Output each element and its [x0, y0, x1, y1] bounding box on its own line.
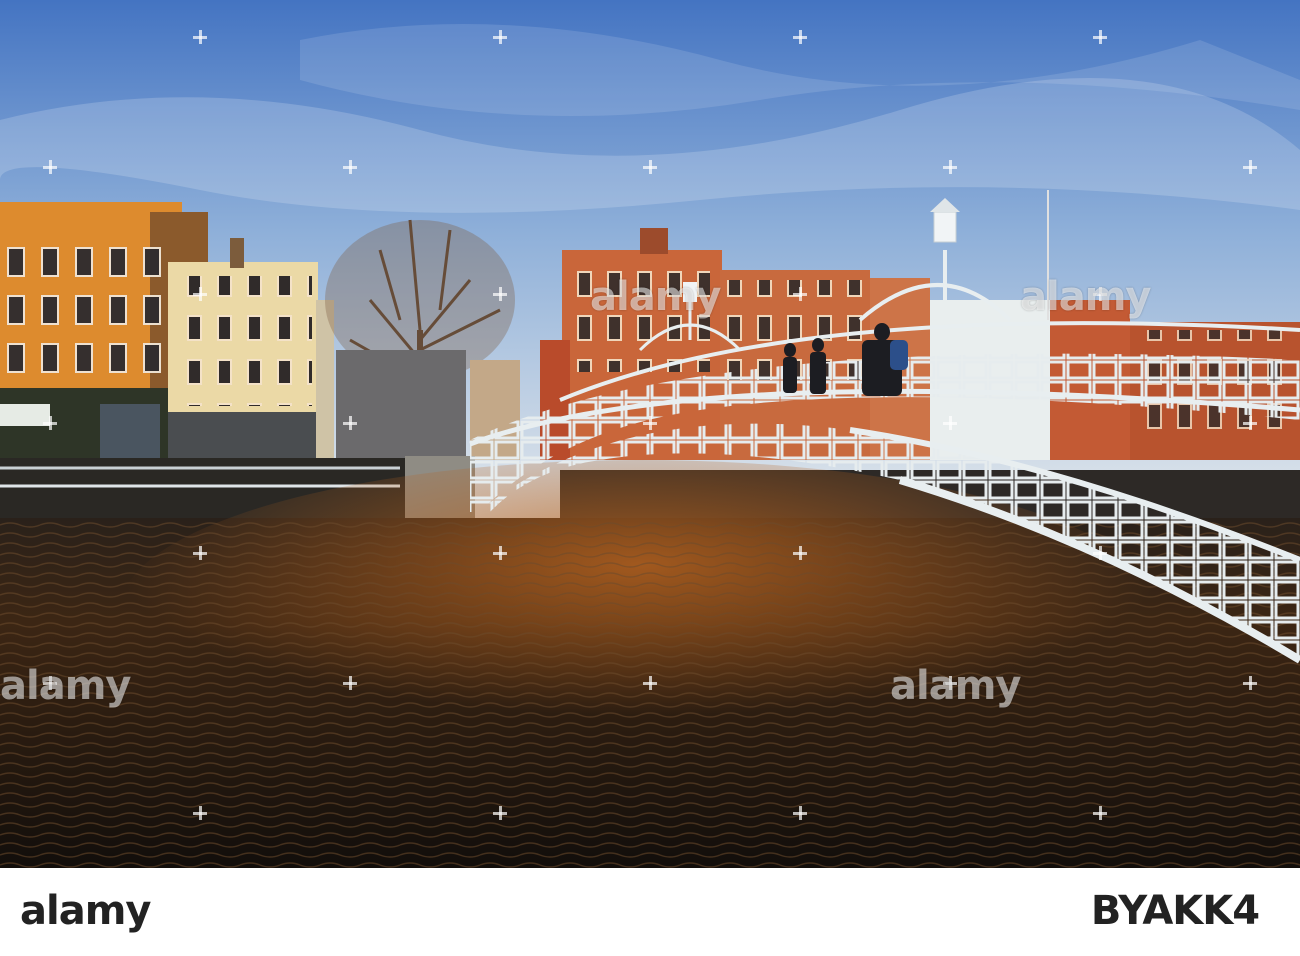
- watermark-mark: [193, 806, 207, 820]
- watermark-text: alamy: [890, 663, 1021, 709]
- watermark-mark: [43, 416, 57, 430]
- watermark-mark: [343, 160, 357, 174]
- image-id-panel: BYAKK4: [1050, 868, 1300, 956]
- watermark-mark: [643, 416, 657, 430]
- watermark-mark: [943, 160, 957, 174]
- watermark-mark: [193, 546, 207, 560]
- watermark-mark: [493, 287, 507, 301]
- watermark-mark: [793, 546, 807, 560]
- stock-photo-page: alamy alamy alamy alamy alamy BYAKK4: [0, 0, 1300, 956]
- watermark-mark: [343, 676, 357, 690]
- watermark-mark: [793, 287, 807, 301]
- watermark-mark: [493, 806, 507, 820]
- watermark-mark: [793, 806, 807, 820]
- watermark-text: alamy: [0, 663, 131, 709]
- watermark-mark: [1093, 30, 1107, 44]
- watermark-mark: [1093, 806, 1107, 820]
- watermark-mark: [193, 287, 207, 301]
- watermark-mark: [793, 30, 807, 44]
- watermark-mark: [643, 676, 657, 690]
- watermark-mark: [493, 30, 507, 44]
- scene-illustration: [0, 0, 1300, 868]
- watermark-mark: [1093, 546, 1107, 560]
- background-building: [336, 350, 466, 460]
- watermark-mark: [643, 160, 657, 174]
- watermark-mark: [343, 416, 357, 430]
- watermark-text: alamy: [1020, 274, 1151, 320]
- watermark-mark: [43, 160, 57, 174]
- watermark-mark: [193, 30, 207, 44]
- footer-bar: alamy BYAKK4: [0, 868, 1300, 956]
- image-id: BYAKK4: [1090, 888, 1260, 934]
- watermark-mark: [1243, 676, 1257, 690]
- alamy-logo[interactable]: alamy: [20, 888, 151, 934]
- cream-building: [168, 238, 334, 460]
- watermark-mark: [493, 546, 507, 560]
- watermark-mark: [1243, 416, 1257, 430]
- watermark-mark: [1243, 160, 1257, 174]
- photo: alamy alamy alamy alamy: [0, 0, 1300, 868]
- watermark-mark: [943, 416, 957, 430]
- watermark-text: alamy: [590, 274, 721, 320]
